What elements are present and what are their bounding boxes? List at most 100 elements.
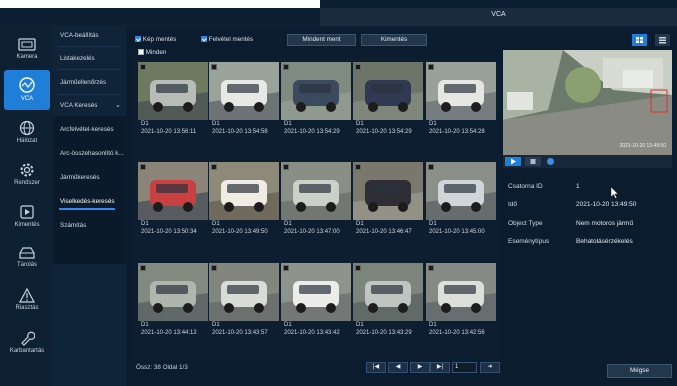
thumbnail-checkbox[interactable]: [428, 64, 434, 70]
submenu-viselkedes-kereses[interactable]: Viselkedés-keresés: [60, 198, 126, 205]
first-page-button[interactable]: |◀: [366, 362, 386, 373]
title-bar: VCA: [0, 0, 677, 28]
thumbnail-item[interactable]: D1 2021-10-20 13:44:12: [138, 263, 208, 340]
thumbnail-item[interactable]: D1 2021-10-20 13:43:57: [209, 263, 279, 340]
grid-view-toggle[interactable]: [632, 34, 647, 46]
thumbnail-time: 2021-10-20 13:54:29: [356, 129, 412, 135]
thumbnail-channel: D1: [141, 121, 149, 127]
list-view-toggle[interactable]: [655, 34, 670, 46]
thumbnail-time: 2021-10-20 13:43:29: [356, 330, 412, 336]
thumbnail-item[interactable]: D1 2021-10-20 13:43:29: [353, 263, 423, 340]
thumbnail-image[interactable]: [209, 263, 279, 321]
select-all-checkbox[interactable]: Minden: [138, 49, 166, 56]
thumbnail-image[interactable]: [138, 263, 208, 321]
mouse-cursor-icon: [611, 187, 619, 199]
thumbnail-image[interactable]: [209, 162, 279, 220]
stop-button[interactable]: [525, 157, 541, 166]
nav-item-kamera[interactable]: Kamera: [4, 32, 50, 72]
nav-item-halozat[interactable]: Hálózat: [4, 114, 50, 154]
stop-icon: [530, 159, 536, 164]
thumbnail-checkbox[interactable]: [428, 164, 434, 170]
thumbnail-item[interactable]: D1 2021-10-20 13:46:47: [353, 162, 423, 239]
thumbnail-image[interactable]: [281, 162, 351, 220]
thumbnail-image[interactable]: [209, 62, 279, 120]
preview-video[interactable]: 2021-10-20 13:49:50: [503, 50, 672, 155]
thumbnail-image[interactable]: [353, 263, 423, 321]
submenu-listakezeles[interactable]: Listakezelés: [60, 55, 126, 62]
thumbnail-item[interactable]: D1 2021-10-20 13:56:11: [138, 62, 208, 139]
thumbnail-image[interactable]: [426, 162, 496, 220]
save-all-button[interactable]: Mindent ment: [287, 34, 356, 46]
thumbnail-item[interactable]: D1 2021-10-20 13:54:29: [281, 62, 351, 139]
thumbnail-item[interactable]: D1 2021-10-20 13:42:56: [426, 263, 496, 340]
thumbnail-checkbox[interactable]: [283, 265, 289, 271]
thumbnail-item[interactable]: D1 2021-10-20 13:49:50: [209, 162, 279, 239]
save-image-checkbox[interactable]: Kép mentés: [135, 36, 176, 43]
submenu-arcfelvetel-kereses[interactable]: Arcfelvétel-keresés: [60, 126, 126, 133]
active-indicator: [59, 208, 115, 210]
thumbnail-image[interactable]: [281, 263, 351, 321]
progress-handle[interactable]: [547, 158, 554, 165]
thumbnail-checkbox[interactable]: [428, 265, 434, 271]
thumbnail-channel: D1: [141, 322, 149, 328]
thumbnail-item[interactable]: D1 2021-10-20 13:54:28: [426, 62, 496, 139]
nav-item-karbantartas[interactable]: Karbantartás: [4, 324, 50, 364]
back-button[interactable]: Mégse: [607, 364, 672, 378]
save-recording-checkbox[interactable]: Felvétel mentés: [201, 36, 253, 43]
thumbnail-channel: D1: [429, 121, 437, 127]
thumbnail-checkbox[interactable]: [283, 64, 289, 70]
thumbnail-item[interactable]: D1 2021-10-20 13:47:00: [281, 162, 351, 239]
thumbnail-checkbox[interactable]: [140, 164, 146, 170]
submenu-jarmuellenorzes[interactable]: Járműellenőrzés: [60, 79, 126, 86]
next-page-icon: ▶: [417, 364, 423, 370]
thumbnail-time: 2021-10-20 13:45:00: [429, 229, 485, 235]
submenu-jarmukereses[interactable]: Járműkeresés: [60, 174, 126, 181]
thumbnail-image[interactable]: [426, 263, 496, 321]
thumbnail-image[interactable]: [353, 62, 423, 120]
thumbnail-image[interactable]: [138, 162, 208, 220]
thumbnail-checkbox[interactable]: [355, 265, 361, 271]
thumbnail-item[interactable]: D1 2021-10-20 13:54:29: [353, 62, 423, 139]
thumbnail-channel: D1: [212, 121, 220, 127]
submenu-vca-beallitas[interactable]: VCA-beállítás: [60, 32, 126, 39]
thumbnail-time: 2021-10-20 13:46:47: [356, 229, 412, 235]
thumbnail-channel: D1: [141, 221, 149, 227]
nav-item-kimentes[interactable]: Kimentés: [4, 198, 50, 238]
play-button[interactable]: [505, 157, 521, 166]
thumbnail-checkbox[interactable]: [355, 64, 361, 70]
vca-search-panel: Arcfelvétel-keresés Arc-összehasonlító k…: [53, 116, 126, 264]
export-button[interactable]: Kimentés: [361, 34, 427, 46]
thumbnail-time: 2021-10-20 13:44:12: [141, 330, 197, 336]
submenu-vca-kereses[interactable]: VCA Keresés ⌄: [60, 102, 126, 109]
prev-page-button[interactable]: ◀: [388, 362, 408, 373]
thumbnail-item[interactable]: D1 2021-10-20 13:54:58: [209, 62, 279, 139]
thumbnail-checkbox[interactable]: [211, 164, 217, 170]
nav-item-riasztas[interactable]: Riasztás: [4, 282, 50, 322]
last-page-button[interactable]: ▶|: [430, 362, 450, 373]
nav-item-tarolas[interactable]: Tárolás: [4, 240, 50, 280]
submenu-szamitas[interactable]: Számítás: [60, 222, 126, 229]
chevron-down-icon: ⌄: [115, 102, 121, 109]
thumbnail-image[interactable]: [281, 62, 351, 120]
thumbnail-image[interactable]: [138, 62, 208, 120]
page-number-input[interactable]: 1: [452, 362, 477, 373]
detail-value-object-type: Nem motoros jármű: [576, 220, 634, 227]
nav-item-vca[interactable]: VCA: [4, 70, 50, 110]
thumbnail-checkbox[interactable]: [283, 164, 289, 170]
preview-timestamp: 2021-10-20 13:49:50: [619, 143, 666, 149]
warning-icon: [19, 288, 35, 303]
nav-item-rendszer[interactable]: Rendszer: [4, 156, 50, 196]
thumbnail-item[interactable]: D1 2021-10-20 13:45:00: [426, 162, 496, 239]
thumbnail-checkbox[interactable]: [211, 64, 217, 70]
go-to-page-button[interactable]: ➜: [480, 362, 500, 373]
thumbnail-checkbox[interactable]: [140, 64, 146, 70]
thumbnail-checkbox[interactable]: [211, 265, 217, 271]
thumbnail-image[interactable]: [426, 62, 496, 120]
thumbnail-item[interactable]: D1 2021-10-20 13:50:34: [138, 162, 208, 239]
next-page-button[interactable]: ▶: [410, 362, 430, 373]
thumbnail-image[interactable]: [353, 162, 423, 220]
thumbnail-checkbox[interactable]: [140, 265, 146, 271]
thumbnail-checkbox[interactable]: [355, 164, 361, 170]
thumbnail-item[interactable]: D1 2021-10-20 13:43:42: [281, 263, 351, 340]
submenu-arc-osszehasonlito[interactable]: Arc-összehasonlító k...: [60, 150, 126, 157]
